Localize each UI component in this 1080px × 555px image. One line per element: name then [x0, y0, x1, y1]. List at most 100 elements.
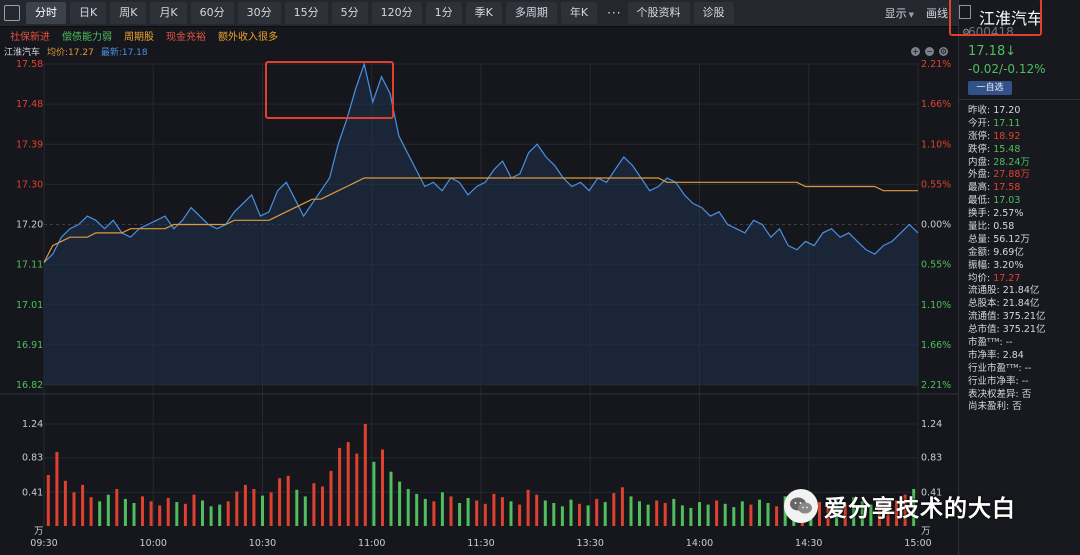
- volume-bar: [732, 507, 736, 526]
- quote-list: 昨收: 17.20 今开: 17.11 涨停: 18.92 跌停: 15.48 内盘: 28.24…: [968, 105, 1078, 414]
- volume-bar: [201, 500, 204, 526]
- volume-bar: [560, 506, 564, 526]
- quote-value: --: [1024, 362, 1032, 374]
- tab-period-9[interactable]: 1分: [425, 2, 462, 24]
- volume-bar: [106, 494, 110, 526]
- tab-period-3[interactable]: 月K: [150, 2, 187, 24]
- volume-tick-label-left: 0.41: [22, 487, 43, 498]
- tab-period-10[interactable]: 季K: [465, 2, 502, 24]
- volume-bar: [81, 484, 85, 526]
- volume-bar: [612, 493, 616, 526]
- intraday-chart[interactable]: 17.58 2.21% 17.48 1.66% 17.39 1.10% 17.30 0.55%…: [0, 58, 958, 555]
- volume-bar: [543, 500, 547, 526]
- volume-tick-label-right: 0.83: [921, 453, 942, 464]
- quote-key: 外盘:: [968, 169, 991, 181]
- quote-key: 尚未盈利:: [968, 401, 1010, 413]
- volume-bar: [638, 501, 641, 526]
- quote-value: 17.03: [993, 195, 1021, 207]
- quote-value: 18.92: [993, 130, 1021, 142]
- volume-bar: [680, 505, 684, 526]
- draw-line-button[interactable]: 画线: [926, 5, 948, 21]
- tab-period-4[interactable]: 60分: [190, 2, 234, 24]
- volume-bar: [398, 481, 402, 526]
- volume-bar: [243, 484, 247, 526]
- tab-period-1[interactable]: 日K: [70, 2, 107, 24]
- volume-bar: [578, 503, 581, 526]
- volume-bar: [706, 504, 710, 526]
- volume-bar: [312, 483, 316, 526]
- more-periods-icon[interactable]: ···: [601, 6, 627, 20]
- quote-value: 否: [1021, 388, 1032, 400]
- highlight-box-stock-name: [949, 0, 1042, 36]
- quote-key: 流通股:: [968, 285, 1000, 297]
- volume-tick-label-left: 1.24: [22, 419, 43, 430]
- volume-bar: [509, 501, 513, 526]
- current-price: 17.18↓: [968, 44, 1017, 59]
- volume-bar: [46, 475, 50, 526]
- tab-period-6[interactable]: 15分: [284, 2, 328, 24]
- tab-period-2[interactable]: 周K: [110, 2, 147, 24]
- tab-period-7[interactable]: 5分: [331, 2, 368, 24]
- volume-bar: [603, 502, 607, 526]
- volume-bar: [209, 506, 213, 526]
- x-tick-label: 11:30: [467, 538, 494, 549]
- quote-key: 今开:: [968, 117, 991, 129]
- volume-bar: [98, 501, 102, 526]
- volume-bar: [672, 498, 676, 526]
- quote-row: 今开: 17.11: [968, 118, 1078, 131]
- quote-key: 行业市净率:: [968, 375, 1019, 387]
- volume-bar: [303, 496, 307, 526]
- volume-bar: [389, 471, 393, 526]
- y-tick-label-right: 1.10%: [921, 139, 951, 150]
- volume-bar: [286, 475, 290, 526]
- quote-value: 21.84亿: [1002, 298, 1040, 310]
- volume-bar: [483, 503, 487, 526]
- price-change: -0.02/-0.12%: [968, 62, 1046, 76]
- quote-value: 27.88万: [993, 169, 1030, 181]
- quote-value: 15.48: [993, 143, 1021, 155]
- chart-stock-name: 江淮汽车: [4, 47, 41, 58]
- layout-toggle-icon[interactable]: [4, 5, 20, 21]
- volume-unit-left: 万: [34, 526, 44, 537]
- tab-stock-diagnosis[interactable]: 诊股: [693, 2, 734, 24]
- watermark-text: 爱分享技术的大白: [824, 496, 1016, 522]
- tab-period-5[interactable]: 30分: [237, 2, 281, 24]
- tab-company-profile[interactable]: 个股资料: [627, 2, 690, 24]
- tab-period-11[interactable]: 多周期: [505, 2, 557, 24]
- volume-bar: [158, 505, 162, 526]
- tab-period-8[interactable]: 120分: [371, 2, 422, 24]
- volume-bar: [192, 494, 196, 526]
- watermark: 爱分享技术的大白: [784, 489, 1016, 523]
- concept-tag[interactable]: 额外收入很多: [218, 28, 278, 43]
- period-tabs: 分时 日K 周K 月K 60分 30分 15分 5分 120分 1分 季K 多周期 年K: [26, 2, 601, 24]
- concept-tag[interactable]: 偿债能力弱: [62, 28, 112, 43]
- quote-key: 总股本:: [968, 298, 1000, 310]
- concept-tag[interactable]: 现金充裕: [166, 28, 206, 43]
- concept-tag[interactable]: 周期股: [124, 28, 154, 43]
- quote-key: 金额:: [968, 246, 991, 258]
- y-tick-label-right: 0.55%: [921, 179, 951, 190]
- volume-unit-right: 万: [921, 526, 931, 537]
- volume-bar: [115, 489, 119, 526]
- zoom-in-icon[interactable]: +: [911, 46, 920, 56]
- volume-bar: [175, 502, 179, 526]
- volume-bar: [295, 489, 299, 526]
- settings-icon[interactable]: ⚙: [939, 46, 948, 56]
- y-tick-label-right: 1.66%: [921, 340, 951, 351]
- quote-row: 量比: 0.58: [968, 221, 1078, 234]
- volume-bar: [655, 500, 659, 526]
- tab-period-12[interactable]: 年K: [560, 2, 598, 24]
- quote-key: 换手:: [968, 208, 991, 220]
- volume-bar: [449, 496, 453, 526]
- display-menu[interactable]: 显示 ▼: [885, 5, 914, 21]
- x-tick-label: 13:30: [577, 538, 604, 549]
- remove-watchlist-button[interactable]: 一自选: [968, 81, 1012, 95]
- volume-bar: [740, 501, 744, 526]
- volume-bar: [235, 491, 239, 526]
- zoom-out-icon[interactable]: −: [925, 46, 934, 56]
- tab-period-0[interactable]: 分时: [26, 2, 66, 24]
- concept-tag[interactable]: 社保新进: [10, 28, 50, 43]
- quote-value: 17.27: [993, 272, 1021, 284]
- y-tick-label-right: 0.55%: [921, 260, 951, 271]
- volume-bar: [569, 499, 573, 526]
